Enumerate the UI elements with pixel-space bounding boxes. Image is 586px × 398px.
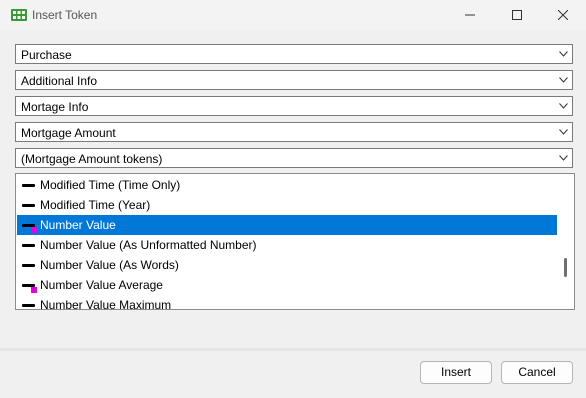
dialog-footer bbox=[0, 351, 586, 398]
chevron-down-icon bbox=[559, 155, 568, 161]
token-icon bbox=[22, 224, 37, 233]
grid-app-icon bbox=[11, 9, 27, 21]
list-item-label: Number Value bbox=[40, 218, 116, 232]
token-icon bbox=[22, 264, 35, 267]
list-item-label: Number Value Average bbox=[40, 278, 163, 292]
list-item[interactable]: Modified Time (Time Only) bbox=[17, 175, 557, 195]
maximize-button[interactable] bbox=[494, 0, 540, 30]
chevron-down-icon bbox=[559, 129, 568, 135]
group-dropdown[interactable]: Mortage Info bbox=[15, 96, 573, 116]
token-filter-dropdown[interactable]: (Mortgage Amount tokens) bbox=[15, 148, 573, 168]
category-dropdown[interactable]: Purchase bbox=[15, 44, 573, 64]
chevron-down-icon bbox=[559, 103, 568, 109]
token-icon bbox=[22, 204, 35, 207]
token-icon bbox=[22, 284, 37, 293]
category-dropdown-value: Purchase bbox=[21, 48, 72, 62]
chevron-down-icon bbox=[559, 77, 568, 83]
list-item[interactable]: Number Value (As Words) bbox=[17, 255, 557, 275]
cancel-button[interactable]: Cancel bbox=[501, 361, 573, 384]
scrollbar-thumb[interactable] bbox=[564, 258, 567, 277]
title-bar: Insert Token bbox=[0, 0, 586, 30]
minimize-icon bbox=[465, 14, 475, 16]
list-scrollbar[interactable] bbox=[557, 174, 574, 309]
token-icon bbox=[22, 304, 35, 307]
group-dropdown-value: Mortage Info bbox=[21, 100, 89, 114]
list-item[interactable]: Modified Time (Year) bbox=[17, 195, 557, 215]
close-icon bbox=[558, 10, 568, 20]
list-item-label: Modified Time (Time Only) bbox=[40, 178, 181, 192]
list-item-label: Number Value (As Words) bbox=[40, 258, 179, 272]
list-item-label: Number Value (As Unformatted Number) bbox=[40, 238, 257, 252]
token-filter-dropdown-value: (Mortgage Amount tokens) bbox=[21, 152, 163, 166]
subcategory-dropdown-value: Additional Info bbox=[21, 74, 98, 88]
minimize-button[interactable] bbox=[447, 0, 493, 30]
close-button[interactable] bbox=[540, 0, 586, 30]
subcategory-dropdown[interactable]: Additional Info bbox=[15, 70, 573, 90]
field-dropdown[interactable]: Mortgage Amount bbox=[15, 122, 573, 142]
maximize-icon bbox=[512, 10, 522, 20]
list-item[interactable]: Number Value Maximum bbox=[17, 295, 557, 310]
token-icon bbox=[22, 244, 35, 247]
list-item-selected[interactable]: Number Value bbox=[17, 215, 557, 235]
list-item[interactable]: Number Value (As Unformatted Number) bbox=[17, 235, 557, 255]
field-dropdown-value: Mortgage Amount bbox=[21, 126, 116, 140]
chevron-down-icon bbox=[559, 51, 568, 57]
list-item[interactable]: Number Value Average bbox=[17, 275, 557, 295]
list-item-label: Number Value Maximum bbox=[40, 298, 172, 310]
insert-button[interactable]: Insert bbox=[420, 361, 492, 384]
token-list[interactable]: Modified Time (Time Only) Modified Time … bbox=[15, 173, 575, 310]
token-icon bbox=[22, 184, 35, 187]
window-title: Insert Token bbox=[32, 8, 98, 22]
list-item-label: Modified Time (Year) bbox=[40, 198, 151, 212]
